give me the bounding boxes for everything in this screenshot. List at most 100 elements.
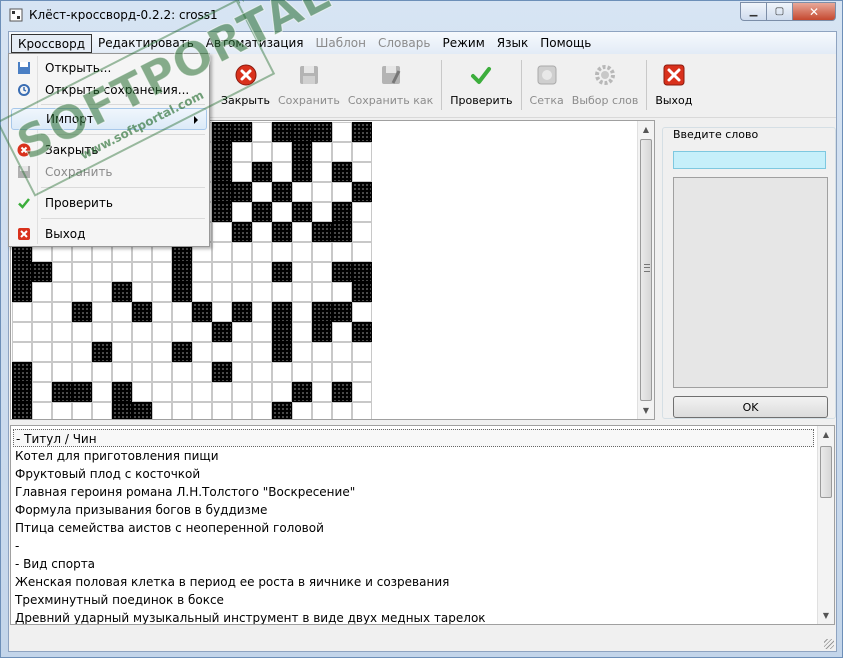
white-cell[interactable] [212,242,232,262]
white-cell[interactable] [292,302,312,322]
white-cell[interactable] [32,382,52,402]
white-cell[interactable] [252,302,272,322]
white-cell[interactable] [332,322,352,342]
menu-item-exit[interactable]: Выход [11,223,207,245]
clue-item[interactable]: Древний ударный музыкальный инструмент в… [15,609,486,624]
black-cell[interactable] [112,282,132,302]
white-cell[interactable] [232,202,252,222]
white-cell[interactable] [212,342,232,362]
white-cell[interactable] [112,362,132,382]
white-cell[interactable] [252,282,272,302]
word-input[interactable] [673,151,826,169]
white-cell[interactable] [332,362,352,382]
black-cell[interactable] [12,362,32,382]
white-cell[interactable] [292,402,312,419]
white-cell[interactable] [292,282,312,302]
white-cell[interactable] [312,242,332,262]
black-cell[interactable] [352,182,372,202]
black-cell[interactable] [352,122,372,142]
white-cell[interactable] [212,382,232,402]
white-cell[interactable] [132,382,152,402]
white-cell[interactable] [72,362,92,382]
black-cell[interactable] [132,302,152,322]
white-cell[interactable] [152,282,172,302]
black-cell[interactable] [252,162,272,182]
black-cell[interactable] [352,262,372,282]
toolbar-save-button[interactable]: Сохранить [274,54,344,114]
white-cell[interactable] [252,322,272,342]
white-cell[interactable] [352,202,372,222]
black-cell[interactable] [192,302,212,322]
white-cell[interactable] [332,282,352,302]
white-cell[interactable] [312,162,332,182]
menu-item-import[interactable]: Импорт [11,108,207,130]
white-cell[interactable] [312,282,332,302]
white-cell[interactable] [92,262,112,282]
white-cell[interactable] [232,322,252,342]
white-cell[interactable] [332,182,352,202]
white-cell[interactable] [312,202,332,222]
black-cell[interactable] [312,302,332,322]
black-cell[interactable] [232,182,252,202]
white-cell[interactable] [272,162,292,182]
white-cell[interactable] [352,362,372,382]
white-cell[interactable] [292,342,312,362]
white-cell[interactable] [252,382,272,402]
white-cell[interactable] [72,262,92,282]
black-cell[interactable] [292,382,312,402]
white-cell[interactable] [272,362,292,382]
white-cell[interactable] [352,162,372,182]
black-cell[interactable] [332,162,352,182]
white-cell[interactable] [252,142,272,162]
black-cell[interactable] [212,122,232,142]
black-cell[interactable] [72,302,92,322]
white-cell[interactable] [92,362,112,382]
black-cell[interactable] [212,362,232,382]
clue-item[interactable]: Формула призывания богов в буддизме [15,501,267,519]
menu-0[interactable]: Кроссворд [11,33,93,53]
black-cell[interactable] [332,382,352,402]
clue-item[interactable]: - Титул / Чин [13,429,814,447]
menu-item-check[interactable]: Проверить [11,192,207,214]
black-cell[interactable] [12,402,32,419]
white-cell[interactable] [232,282,252,302]
scroll-down-arrow-icon[interactable]: ▼ [818,607,834,624]
white-cell[interactable] [12,342,32,362]
black-cell[interactable] [312,122,332,142]
white-cell[interactable] [192,402,212,419]
black-cell[interactable] [212,142,232,162]
white-cell[interactable] [232,242,252,262]
white-cell[interactable] [132,362,152,382]
white-cell[interactable] [152,342,172,362]
white-cell[interactable] [192,282,212,302]
white-cell[interactable] [72,322,92,342]
black-cell[interactable] [132,402,152,419]
clue-item[interactable]: Фруктовый плод с косточкой [15,465,200,483]
white-cell[interactable] [52,342,72,362]
white-cell[interactable] [352,402,372,419]
white-cell[interactable] [232,402,252,419]
white-cell[interactable] [32,282,52,302]
white-cell[interactable] [52,322,72,342]
white-cell[interactable] [312,182,332,202]
black-cell[interactable] [212,162,232,182]
grid-vertical-scrollbar[interactable]: ▲ ▼ [637,121,654,419]
white-cell[interactable] [352,382,372,402]
black-cell[interactable] [212,322,232,342]
black-cell[interactable] [332,202,352,222]
white-cell[interactable] [272,142,292,162]
white-cell[interactable] [192,322,212,342]
white-cell[interactable] [312,262,332,282]
clue-item[interactable]: - [15,537,19,555]
white-cell[interactable] [252,402,272,419]
clue-item[interactable]: Птица семейства аистов с неоперенной гол… [15,519,324,537]
black-cell[interactable] [272,302,292,322]
white-cell[interactable] [72,282,92,302]
menu-7[interactable]: Помощь [534,34,597,53]
white-cell[interactable] [212,222,232,242]
clue-item[interactable]: Котел для приготовления пищи [15,447,219,465]
black-cell[interactable] [352,282,372,302]
black-cell[interactable] [52,382,72,402]
black-cell[interactable] [172,342,192,362]
white-cell[interactable] [272,282,292,302]
